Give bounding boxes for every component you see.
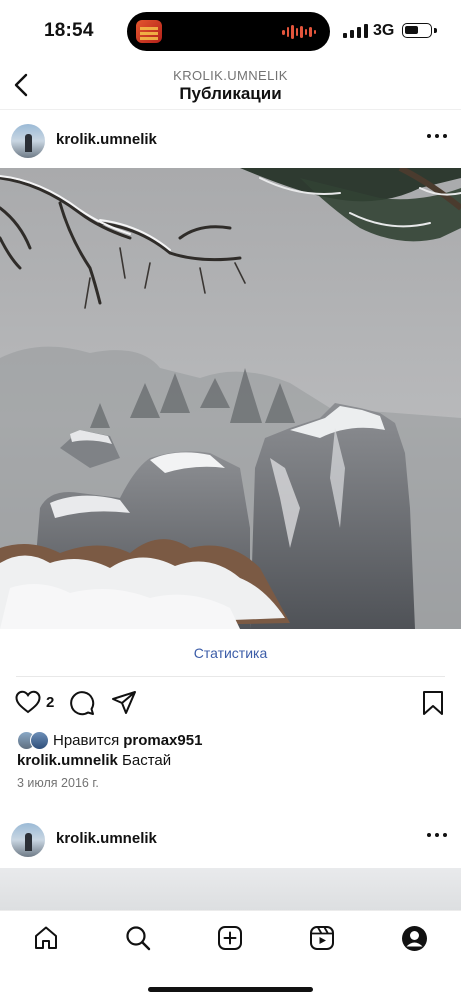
post-caption: krolik.umnelik Бастай bbox=[17, 752, 171, 769]
reels-icon[interactable] bbox=[309, 925, 335, 951]
liked-by-username[interactable]: promax951 bbox=[123, 732, 202, 749]
divider bbox=[16, 676, 445, 677]
status-bar: 18:54 3G bbox=[0, 0, 461, 62]
battery-cap bbox=[434, 28, 437, 33]
post-date: 3 июля 2016 г. bbox=[17, 776, 99, 790]
more-horizontal-icon[interactable] bbox=[427, 134, 447, 138]
audio-wave-icon bbox=[282, 25, 316, 39]
likes-line[interactable]: Нравится promax951 bbox=[17, 730, 202, 750]
signal-icon bbox=[343, 24, 368, 38]
share-icon[interactable] bbox=[111, 690, 137, 716]
dynamic-island[interactable] bbox=[127, 12, 330, 51]
next-post-header: krolik.umnelik bbox=[0, 811, 461, 867]
post-photo[interactable] bbox=[0, 168, 461, 629]
music-app-icon bbox=[136, 20, 162, 43]
post-header: krolik.umnelik bbox=[0, 112, 461, 168]
page-title: Публикации bbox=[179, 84, 282, 103]
post-username[interactable]: krolik.umnelik bbox=[56, 131, 157, 148]
caption-text: Бастай bbox=[122, 752, 172, 769]
search-icon[interactable] bbox=[125, 925, 151, 951]
network-type: 3G bbox=[373, 22, 395, 39]
statistics-link[interactable]: Статистика bbox=[0, 645, 461, 661]
liker-avatar bbox=[30, 730, 49, 750]
avatar[interactable] bbox=[11, 823, 45, 857]
post-username[interactable]: krolik.umnelik bbox=[56, 830, 157, 847]
header: KROLIK.UMNELIK Публикации bbox=[0, 62, 461, 110]
account-name: KROLIK.UMNELIK bbox=[173, 68, 288, 83]
battery-icon bbox=[402, 23, 432, 38]
bookmark-icon[interactable] bbox=[422, 690, 444, 716]
plus-square-icon[interactable] bbox=[217, 925, 243, 951]
comment-icon[interactable] bbox=[69, 690, 95, 716]
caption-username[interactable]: krolik.umnelik bbox=[17, 752, 118, 769]
likes-prefix: Нравится bbox=[53, 731, 120, 749]
home-icon[interactable] bbox=[33, 925, 59, 951]
home-indicator[interactable] bbox=[148, 987, 313, 992]
bottom-nav bbox=[0, 910, 461, 1000]
clock: 18:54 bbox=[44, 20, 94, 41]
more-horizontal-icon[interactable] bbox=[427, 833, 447, 837]
profile-icon[interactable] bbox=[401, 925, 428, 952]
avatar[interactable] bbox=[11, 124, 45, 158]
battery-fill bbox=[405, 26, 418, 34]
snowy-rocks-photo bbox=[0, 168, 461, 629]
next-post-photo[interactable] bbox=[0, 868, 461, 912]
post-actions: 2 bbox=[0, 688, 461, 718]
like-count[interactable]: 2 bbox=[46, 694, 54, 711]
heart-icon[interactable] bbox=[15, 690, 41, 714]
